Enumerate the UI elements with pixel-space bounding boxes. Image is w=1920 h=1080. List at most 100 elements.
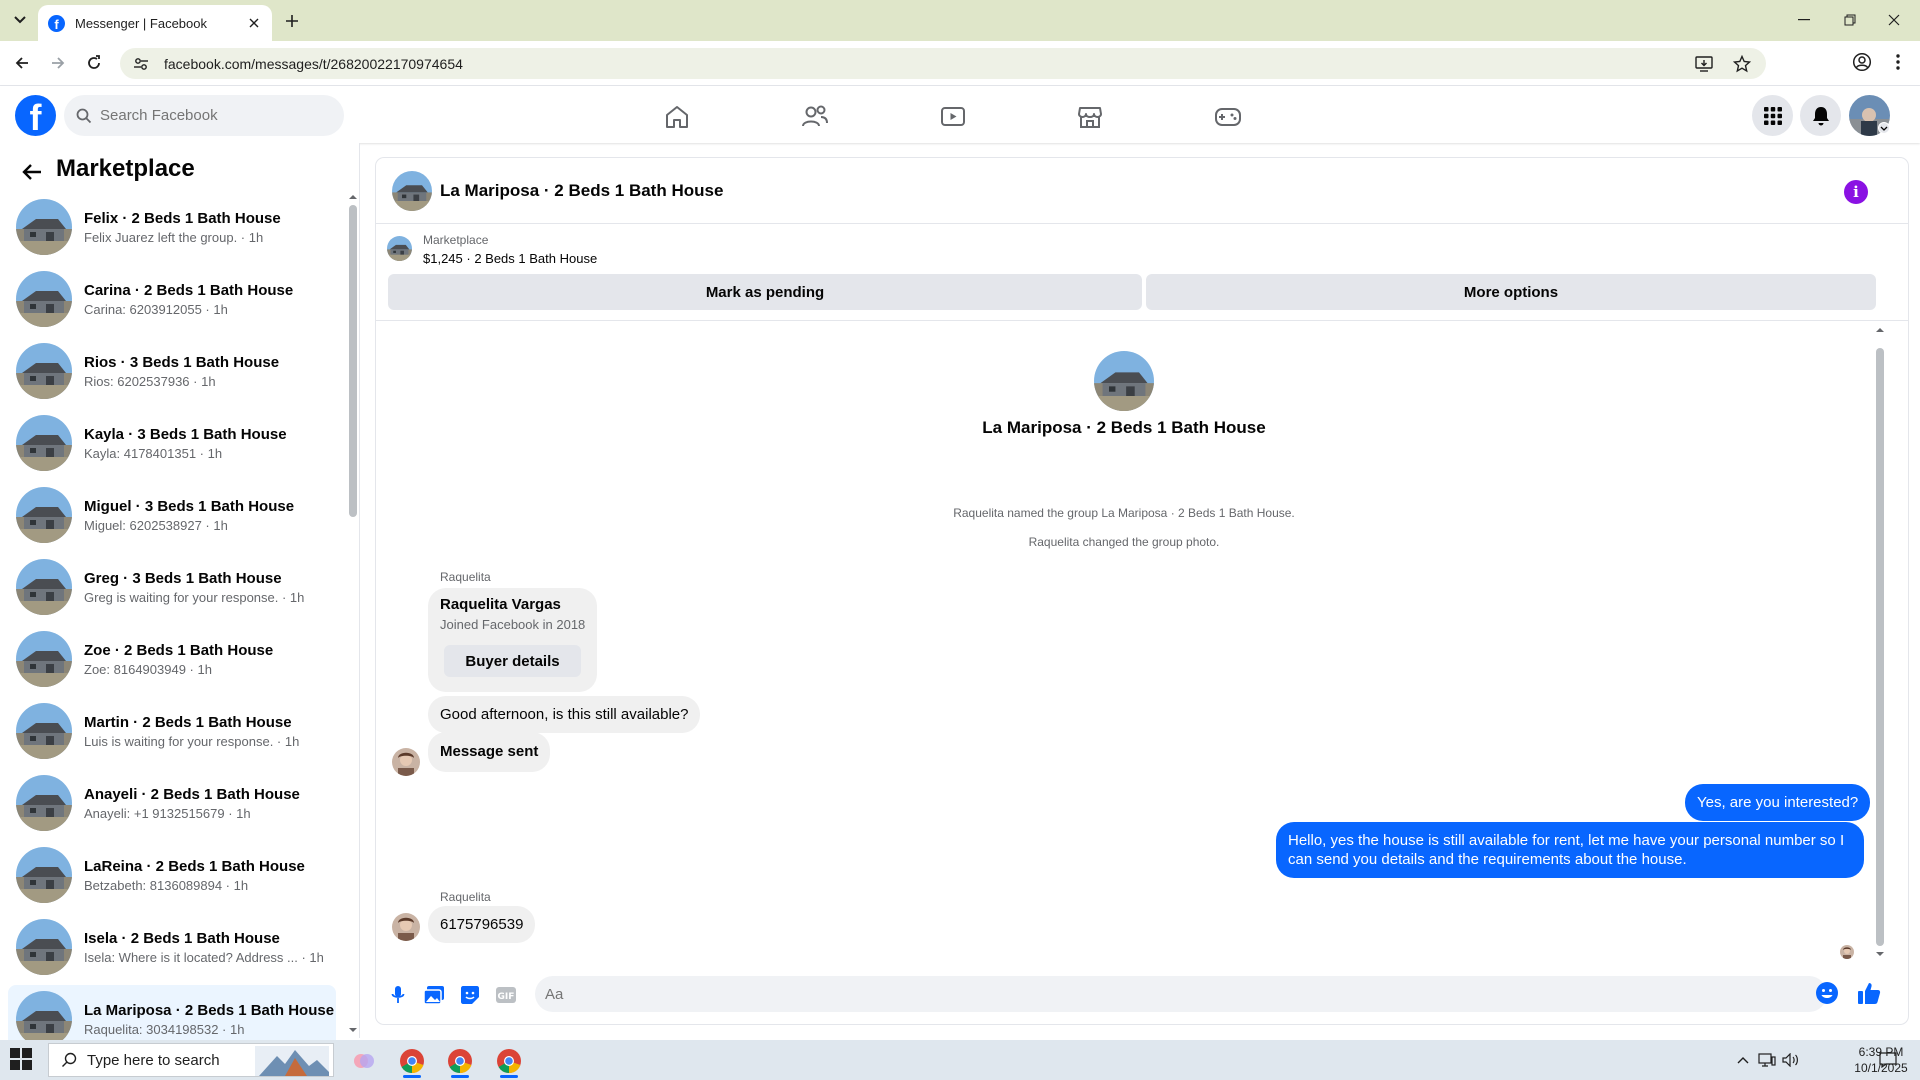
- conversation-item[interactable]: Rios · 3 Beds 1 Bath House Rios: 62025379…: [8, 337, 336, 405]
- mark-as-pending-button[interactable]: Mark as pending: [388, 274, 1142, 310]
- conversation-item[interactable]: LaReina · 2 Beds 1 Bath House Betzabeth: …: [8, 841, 336, 909]
- nav-home[interactable]: [622, 97, 732, 137]
- conversation-title: Greg · 3 Beds 1 Bath House: [84, 569, 282, 587]
- install-app-button[interactable]: [1694, 54, 1714, 74]
- volume-button[interactable]: [1782, 1052, 1800, 1068]
- group-photo-large[interactable]: [1094, 351, 1154, 411]
- message-input[interactable]: [545, 985, 1745, 1003]
- minimize-button[interactable]: [1784, 8, 1824, 32]
- conversation-item[interactable]: Greg · 3 Beds 1 Bath House Greg is waitin…: [8, 553, 336, 621]
- attach-photo-button[interactable]: [421, 982, 447, 1008]
- nav-friends[interactable]: [760, 97, 870, 137]
- sender-name: Raquelita: [440, 890, 491, 904]
- taskbar-app-chrome-3[interactable]: [492, 1045, 526, 1078]
- nav-video[interactable]: [898, 97, 1008, 137]
- taskbar-app-copilot[interactable]: [347, 1045, 381, 1077]
- scroll-up-arrow[interactable]: [348, 194, 358, 200]
- menu-button[interactable]: [1752, 95, 1793, 136]
- nav-marketplace[interactable]: [1035, 97, 1145, 137]
- sidebar-scrollbar[interactable]: [349, 205, 357, 517]
- search-input[interactable]: [100, 107, 320, 124]
- facebook-search[interactable]: [64, 95, 344, 136]
- address-bar[interactable]: facebook.com/messages/t/2682002217097465…: [120, 48, 1766, 79]
- search-highlight-image: [255, 1046, 329, 1076]
- scroll-down-arrow[interactable]: [348, 1027, 358, 1033]
- listing-thumbnail[interactable]: [387, 236, 412, 261]
- sidebar-back-button[interactable]: [18, 158, 46, 186]
- nav-gaming[interactable]: [1173, 97, 1283, 137]
- reload-icon: [88, 55, 100, 69]
- notification-center-button[interactable]: [1878, 1050, 1898, 1070]
- incoming-message[interactable]: Good afternoon, is this still available?: [428, 696, 701, 733]
- chat-title[interactable]: La Mariposa · 2 Beds 1 Bath House: [440, 181, 723, 201]
- url-text[interactable]: facebook.com/messages/t/2682002217097465…: [164, 56, 463, 72]
- chat-scrollbar[interactable]: [1876, 348, 1884, 946]
- incoming-message[interactable]: Message sent: [428, 732, 551, 772]
- send-like-button[interactable]: [1855, 979, 1883, 1007]
- reload-button[interactable]: [82, 51, 106, 75]
- conversation-item[interactable]: Carina · 2 Beds 1 Bath House Carina: 6203…: [8, 265, 336, 333]
- more-options-button[interactable]: More options: [1146, 274, 1876, 310]
- notifications-button[interactable]: [1800, 95, 1841, 136]
- conversation-thumbnail: [16, 919, 72, 975]
- group-photo[interactable]: [392, 170, 432, 211]
- taskbar-search[interactable]: Type here to search: [48, 1043, 334, 1077]
- tray-overflow-button[interactable]: [1734, 1052, 1752, 1068]
- facebook-favicon-icon: f: [48, 14, 65, 32]
- bell-icon: [1812, 106, 1829, 125]
- new-tab-button[interactable]: [280, 10, 304, 32]
- scroll-up-arrow[interactable]: [1875, 327, 1885, 333]
- conversation-info-button[interactable]: i: [1844, 180, 1868, 204]
- conversation-thumbnail: [16, 559, 72, 615]
- network-button[interactable]: [1758, 1052, 1776, 1068]
- conversation-subtitle: Betzabeth: 8136089894 · 1h: [84, 877, 249, 893]
- conversation-item[interactable]: Anayeli · 2 Beds 1 Bath House Anayeli: +1…: [8, 769, 336, 837]
- conversation-text: LaReina · 2 Beds 1 Bath House Betzabeth: …: [84, 858, 305, 893]
- conversation-item[interactable]: Felix · 2 Beds 1 Bath House Felix Juarez …: [8, 193, 336, 261]
- sender-avatar[interactable]: [392, 913, 420, 941]
- conversation-text: Miguel · 3 Beds 1 Bath House Miguel: 6202…: [84, 498, 294, 533]
- back-button[interactable]: [10, 51, 34, 75]
- scroll-down-arrow[interactable]: [1875, 951, 1885, 957]
- conversation-item[interactable]: Kayla · 3 Beds 1 Bath House Kayla: 417840…: [8, 409, 336, 477]
- conversation-title: Martin · 2 Beds 1 Bath House: [84, 713, 292, 731]
- conversation-item[interactable]: Zoe · 2 Beds 1 Bath House Zoe: 8164903949…: [8, 625, 336, 693]
- window-close-button[interactable]: [1874, 8, 1914, 32]
- back-icon: [22, 164, 41, 180]
- browser-tab-active[interactable]: f Messenger | Facebook: [38, 5, 272, 41]
- emoji-button[interactable]: [1815, 981, 1839, 1005]
- facebook-logo[interactable]: f: [15, 95, 56, 136]
- site-info-button[interactable]: [132, 55, 150, 73]
- sticker-button[interactable]: [457, 982, 483, 1008]
- outgoing-message[interactable]: Yes, are you interested?: [1685, 784, 1871, 821]
- bookmark-button[interactable]: [1732, 54, 1752, 74]
- forward-icon: [52, 57, 65, 69]
- star-icon: [1733, 55, 1751, 73]
- volume-icon: [1782, 1053, 1798, 1067]
- listing-price-title[interactable]: $1,245 · 2 Beds 1 Bath House: [423, 251, 597, 266]
- conversation-title: Carina · 2 Beds 1 Bath House: [84, 281, 294, 299]
- gif-button[interactable]: GIF: [493, 982, 519, 1008]
- conversation-item[interactable]: Isela · 2 Beds 1 Bath House Isela: Where …: [8, 913, 336, 981]
- start-button[interactable]: [10, 1048, 36, 1072]
- voice-clip-button[interactable]: [385, 982, 411, 1008]
- sender-avatar[interactable]: [392, 748, 420, 776]
- tab-search-button[interactable]: [8, 9, 32, 31]
- buyer-details-button[interactable]: Buyer details: [444, 645, 581, 677]
- message-composer[interactable]: [535, 976, 1827, 1012]
- taskbar-app-chrome-2[interactable]: [443, 1045, 477, 1078]
- conversation-text: Felix · 2 Beds 1 Bath House Felix Juarez …: [84, 210, 281, 245]
- conversation-text: Carina · 2 Beds 1 Bath House Carina: 6203…: [84, 282, 293, 317]
- profile-button[interactable]: [1850, 50, 1874, 74]
- maximize-button[interactable]: [1830, 8, 1870, 32]
- conversation-item[interactable]: Miguel · 3 Beds 1 Bath House Miguel: 6202…: [8, 481, 336, 549]
- account-chevron[interactable]: [1878, 122, 1890, 134]
- incoming-message[interactable]: 6175796539: [428, 906, 536, 943]
- conversation-item[interactable]: Martin · 2 Beds 1 Bath House Luis is wait…: [8, 697, 336, 765]
- browser-menu-button[interactable]: [1886, 50, 1910, 74]
- outgoing-message[interactable]: Hello, yes the house is still available …: [1276, 822, 1864, 878]
- taskbar-app-chrome-1[interactable]: [395, 1045, 429, 1078]
- divider: [376, 320, 1908, 321]
- tab-close-button[interactable]: [246, 15, 262, 31]
- forward-button[interactable]: [46, 51, 70, 75]
